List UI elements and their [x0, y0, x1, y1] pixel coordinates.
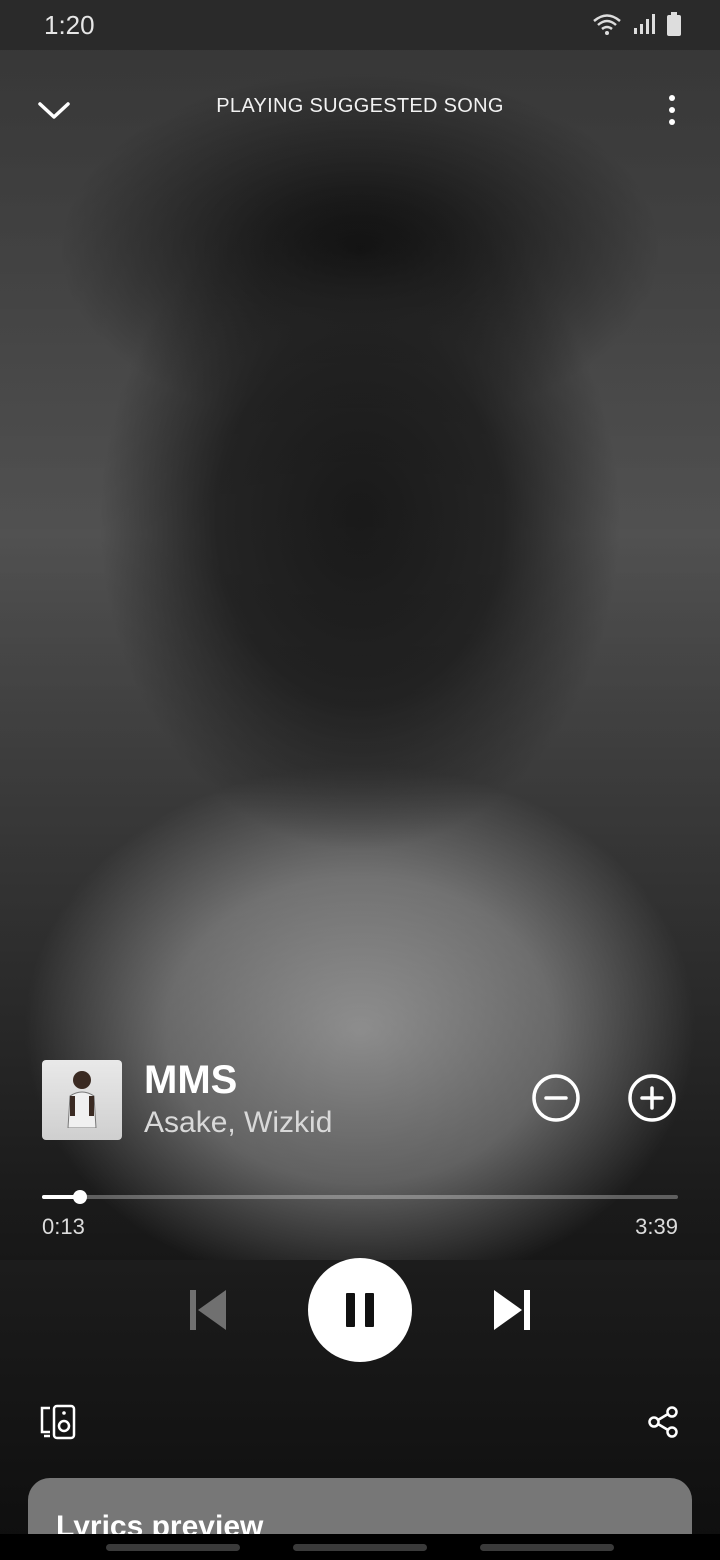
total-time: 3:39: [635, 1214, 678, 1239]
remove-button[interactable]: [530, 1072, 582, 1124]
more-vertical-icon: [669, 95, 675, 125]
plus-circle-icon: [628, 1074, 676, 1122]
pause-icon: [346, 1293, 374, 1327]
skip-previous-icon: [190, 1290, 226, 1330]
cover-figure: [67, 1071, 97, 1128]
context-title: PLAYING SUGGESTED SONG: [216, 95, 504, 117]
track-info: MMS Asake, Wizkid: [42, 1058, 682, 1142]
connect-devices-button[interactable]: [38, 1402, 78, 1442]
progress-bar[interactable]: [42, 1186, 678, 1206]
player-header: PLAYING SUGGESTED SONG: [0, 80, 720, 136]
skip-next-icon: [494, 1290, 530, 1330]
system-navigation-bar: [0, 1534, 720, 1560]
status-bar: 1:20: [0, 0, 720, 50]
progress-thumb[interactable]: [73, 1190, 87, 1204]
more-options-button[interactable]: [660, 88, 684, 132]
status-icons: [592, 12, 682, 36]
minus-circle-icon: [532, 1074, 580, 1122]
pause-button[interactable]: [308, 1258, 412, 1362]
wifi-icon: [593, 14, 621, 35]
status-time: 1:20: [44, 10, 95, 40]
share-button[interactable]: [646, 1404, 682, 1440]
add-to-library-button[interactable]: [626, 1072, 678, 1124]
next-button[interactable]: [490, 1286, 534, 1334]
nav-handle-right: [480, 1544, 614, 1551]
album-cover[interactable]: [42, 1060, 122, 1140]
track-title[interactable]: MMS: [144, 1058, 237, 1103]
chevron-down-icon: [38, 102, 70, 119]
previous-button[interactable]: [186, 1286, 230, 1334]
track-artist[interactable]: Asake, Wizkid: [144, 1106, 332, 1140]
connect-devices-icon: [40, 1404, 76, 1440]
nav-handle-center: [293, 1544, 427, 1551]
progress-track: [42, 1195, 678, 1199]
battery-icon: [667, 12, 681, 36]
share-icon: [648, 1406, 678, 1438]
signal-icon: [634, 14, 655, 34]
nav-handle-left: [106, 1544, 240, 1551]
collapse-button[interactable]: [32, 88, 76, 132]
elapsed-time: 0:13: [42, 1214, 85, 1239]
